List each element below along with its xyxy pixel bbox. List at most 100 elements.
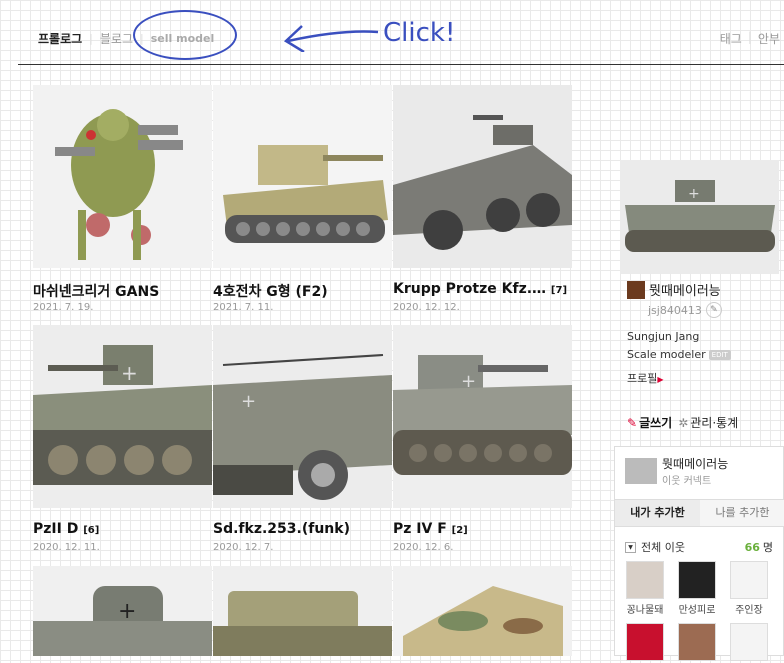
count-unit: 명: [762, 541, 773, 554]
friend-name[interactable]: 꽁나물돼: [627, 605, 664, 616]
profile-link[interactable]: 프로필▶: [627, 370, 664, 386]
post-date: 2020. 12. 11.: [33, 542, 100, 553]
tank-model-image: +: [33, 566, 212, 656]
nav-divider: |: [89, 32, 93, 45]
friend-name[interactable]: 만성피로: [679, 605, 716, 616]
friend-item[interactable]: [677, 623, 717, 663]
halftrack-model-image: +: [213, 325, 392, 508]
avatar[interactable]: [730, 561, 768, 599]
filter-label[interactable]: 전체 이웃: [641, 539, 685, 555]
user-id: jsj840413 ✎: [648, 302, 722, 318]
post-title[interactable]: 4호전차 G형 (F2): [213, 281, 328, 301]
friend-list: [625, 623, 769, 663]
post-title[interactable]: Krupp Protze Kfz.… [7]: [393, 281, 567, 297]
nav-divider: |: [747, 30, 752, 44]
post-title-text[interactable]: Sd.fkz.253.(funk): [213, 521, 350, 537]
svg-text:+: +: [241, 391, 256, 412]
post-thumbnail[interactable]: +: [213, 325, 392, 508]
neighbor-info: 뭣때메이러능 이웃 커넥트: [662, 455, 728, 487]
halftrack-model-image: [393, 85, 572, 268]
post-title-text[interactable]: PzII D: [33, 521, 78, 537]
profile-link-text[interactable]: 프로필: [627, 372, 657, 385]
dropdown-icon[interactable]: ▼: [625, 541, 636, 553]
neighbor-title[interactable]: 뭣때메이러능: [662, 455, 728, 472]
mech-model-image: [33, 85, 212, 268]
tab-added-me[interactable]: 나를 추가한: [700, 500, 784, 526]
post-date: 2020. 12. 6.: [393, 542, 454, 553]
avatar: [627, 280, 645, 299]
friend-item[interactable]: 꽁나물돼: [625, 561, 665, 616]
annotation-label: Click!: [383, 18, 456, 48]
friend-item[interactable]: [729, 623, 769, 663]
post-title[interactable]: Sd.fkz.253.(funk): [213, 521, 350, 537]
post-thumbnail[interactable]: [393, 566, 572, 656]
post-thumbnail[interactable]: [393, 85, 572, 268]
tank-model-image: [213, 85, 392, 268]
friend-item[interactable]: [625, 623, 665, 663]
neighbor-thumbnail[interactable]: [625, 458, 657, 484]
avatar[interactable]: [730, 623, 768, 661]
manage-stats-link[interactable]: 관리·통계: [690, 414, 738, 431]
pencil-icon: ✎: [627, 415, 638, 430]
tank-model-image: [393, 566, 572, 656]
blog-actions: ✎ 글쓰기 ✲ 관리·통계: [627, 414, 738, 431]
tank-model-image: +: [620, 160, 779, 274]
post-title-text[interactable]: 4호전차 G형 (F2): [213, 284, 328, 300]
post-date: 2020. 12. 7.: [213, 542, 274, 553]
post-title-text[interactable]: 마쉬넨크리거 GANS: [33, 284, 159, 300]
blog-name[interactable]: 뭣때메이러능: [627, 280, 721, 299]
avatar[interactable]: [626, 561, 664, 599]
user-id-text: jsj840413: [648, 303, 702, 317]
post-date: 2021. 7. 11.: [213, 302, 274, 313]
svg-text:+: +: [121, 361, 138, 385]
neighbor-filter[interactable]: ▼ 전체 이웃 66 명: [625, 539, 773, 555]
annotation-arrow-icon: [283, 25, 379, 52]
neighbor-header: 뭣때메이러능 이웃 커넥트: [625, 455, 728, 487]
nav-guestbook[interactable]: 안부: [758, 30, 780, 47]
triangle-right-icon: ▶: [657, 375, 664, 384]
post-thumbnail[interactable]: +: [33, 325, 212, 508]
profile-name: Sungjun Jang: [627, 330, 700, 343]
friend-name[interactable]: 주인장: [735, 605, 763, 616]
friend-list: 꽁나물돼 만성피로 주인장: [625, 561, 769, 616]
profile-image[interactable]: +: [620, 160, 779, 274]
edit-badge[interactable]: EDIT: [708, 349, 731, 360]
blog-name-text[interactable]: 뭣때메이러능: [649, 280, 721, 299]
post-thumbnail[interactable]: +: [393, 325, 572, 508]
neighbor-count: 66: [744, 540, 760, 554]
svg-text:+: +: [461, 371, 476, 392]
nav-tag[interactable]: 태그: [720, 30, 742, 47]
post-thumbnail[interactable]: +: [33, 566, 212, 656]
post-thumbnail[interactable]: [33, 85, 212, 268]
comment-count[interactable]: [7]: [551, 285, 567, 296]
post-title-text[interactable]: Pz IV F: [393, 521, 447, 537]
annotation-circle: [133, 10, 237, 60]
avatar[interactable]: [626, 623, 664, 661]
profile-role-text: Scale modeler: [627, 348, 706, 361]
vehicle-model-image: [213, 566, 392, 656]
avatar[interactable]: [678, 561, 716, 599]
write-post-link[interactable]: 글쓰기: [639, 414, 672, 431]
tank-model-image: +: [393, 325, 572, 508]
tab-added-by-me[interactable]: 내가 추가한: [615, 500, 700, 526]
svg-text:+: +: [118, 599, 136, 624]
post-thumbnail[interactable]: [213, 85, 392, 268]
post-title[interactable]: PzII D [6]: [33, 521, 99, 537]
nav-blog[interactable]: 블로그: [100, 30, 133, 47]
friend-item[interactable]: 만성피로: [677, 561, 717, 616]
post-title-text[interactable]: Krupp Protze Kfz.…: [393, 281, 546, 297]
post-title[interactable]: 마쉬넨크리거 GANS: [33, 281, 159, 301]
post-title[interactable]: Pz IV F [2]: [393, 521, 468, 537]
neighbor-tabs: 내가 추가한 나를 추가한: [615, 499, 784, 527]
post-thumbnail[interactable]: [213, 566, 392, 656]
nav-prologue[interactable]: 프롤로그: [38, 30, 82, 47]
right-nav: 태그 | 안부: [720, 30, 780, 47]
header-divider: [18, 64, 784, 65]
pencil-icon[interactable]: ✎: [705, 302, 722, 318]
tank-model-image: +: [33, 325, 212, 508]
comment-count[interactable]: [6]: [83, 525, 99, 536]
avatar[interactable]: [678, 623, 716, 661]
comment-count[interactable]: [2]: [452, 525, 468, 536]
friend-item[interactable]: 주인장: [729, 561, 769, 616]
neighbor-subtitle[interactable]: 이웃 커넥트: [662, 472, 728, 487]
